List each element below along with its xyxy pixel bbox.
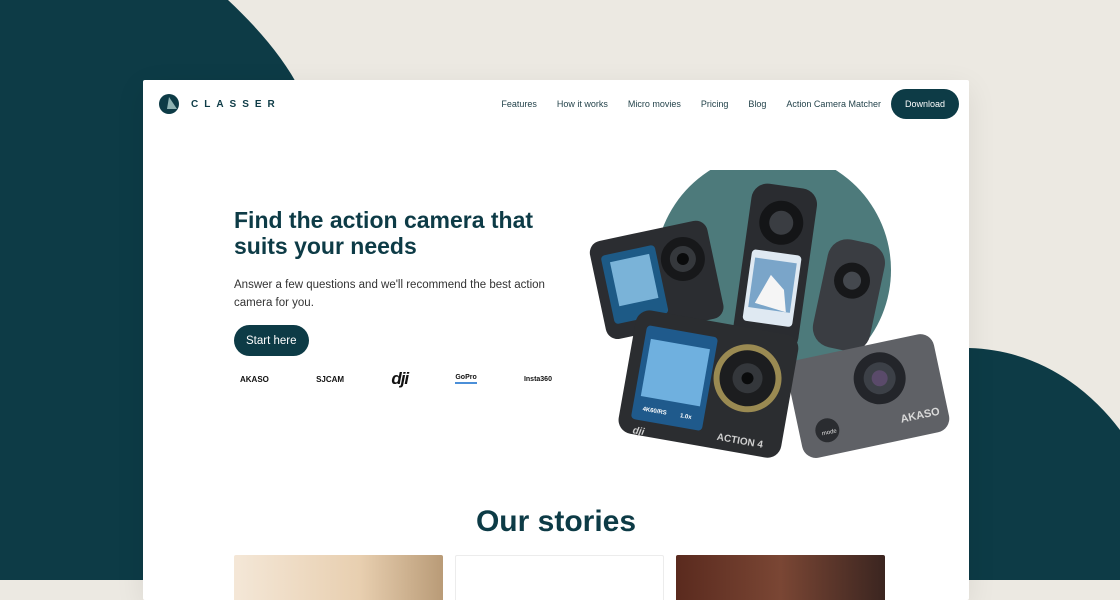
- brand-name: CLASSER: [191, 98, 281, 110]
- nav-micro-movies[interactable]: Micro movies: [618, 99, 691, 109]
- hero-subtitle: Answer a few questions and we'll recomme…: [234, 279, 545, 309]
- insta360-logo: Insta360: [523, 375, 552, 383]
- logo-icon: [159, 94, 179, 114]
- nav-blog[interactable]: Blog: [738, 99, 776, 109]
- browser-window: CLASSER Features How it works Micro movi…: [143, 80, 969, 600]
- nav-pricing[interactable]: Pricing: [691, 99, 739, 109]
- gopro-logo: GoPro: [455, 374, 477, 384]
- camera-illustration: AKASO mode 4K60/RS 1.0x ACTION 4 dji: [589, 170, 950, 458]
- dji-camera-label: dji: [632, 425, 646, 438]
- nav-features[interactable]: Features: [491, 99, 547, 109]
- stories-title: Our stories: [475, 505, 637, 538]
- partner-logos: AKASO SJCAM dji GoPro Insta360: [240, 369, 552, 389]
- dji-logo: dji: [391, 369, 409, 388]
- story-card-1[interactable]: [234, 555, 443, 600]
- story-card-2[interactable]: [455, 555, 664, 600]
- nav-how-it-works[interactable]: How it works: [547, 99, 618, 109]
- download-button[interactable]: Download: [890, 89, 959, 119]
- main-nav: Features How it works Micro movies Prici…: [491, 89, 959, 119]
- logo[interactable]: CLASSER: [159, 94, 281, 114]
- sjcam-logo: SJCAM: [316, 374, 345, 384]
- start-here-button[interactable]: Start here: [234, 325, 309, 356]
- nav-action-camera-matcher[interactable]: Action Camera Matcher: [776, 99, 891, 109]
- akaso-logo: AKASO: [240, 374, 269, 384]
- story-card-3[interactable]: [676, 555, 885, 600]
- hero-title: Find the action camera that suits your n…: [234, 207, 534, 259]
